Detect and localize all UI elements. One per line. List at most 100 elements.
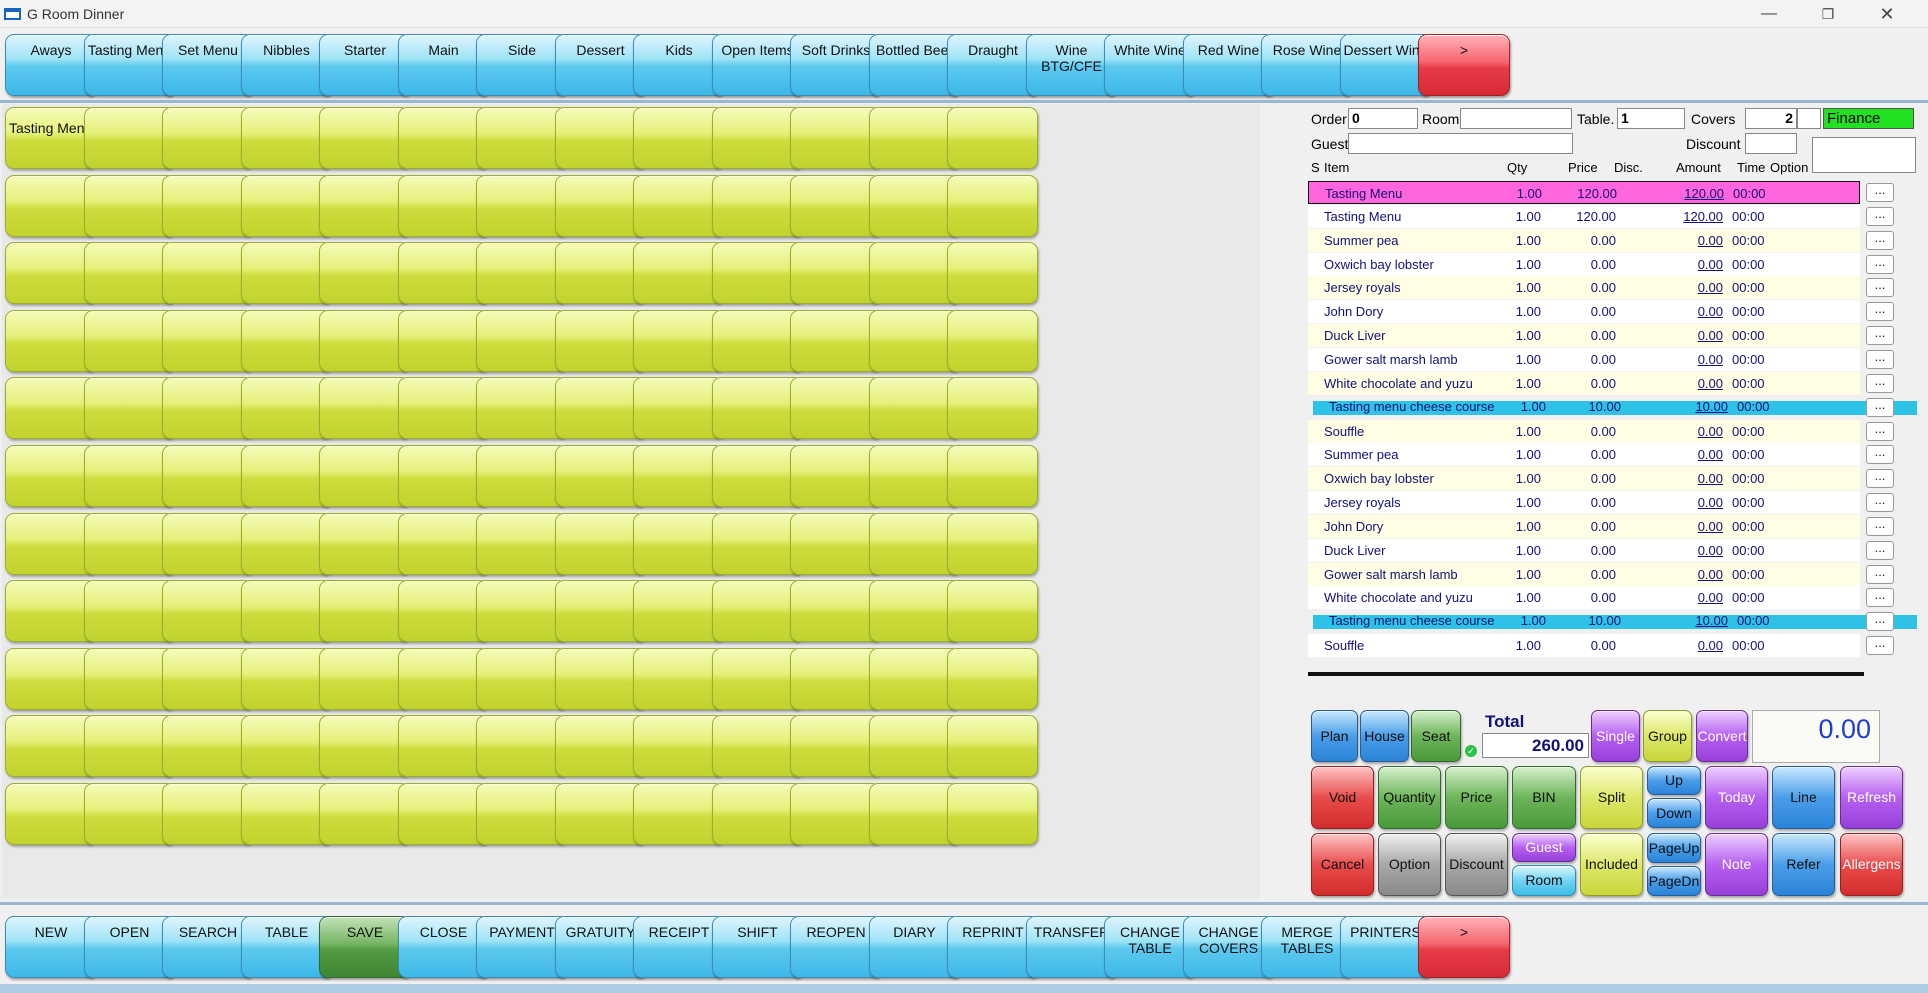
item-button-empty[interactable] [790,309,881,372]
bin-button[interactable]: BIN [1512,766,1576,829]
item-button-empty[interactable] [319,377,410,440]
item-button-empty[interactable] [476,242,567,305]
line-option-button[interactable]: ... [1866,421,1894,441]
line-option-button[interactable]: ... [1866,230,1894,250]
cancel-button[interactable]: Cancel [1311,833,1374,896]
item-button-empty[interactable] [476,715,567,778]
item-button-empty[interactable] [790,783,881,845]
refer-button[interactable]: Refer [1772,833,1835,896]
item-button-empty[interactable] [711,377,803,440]
house-button[interactable]: House [1360,710,1409,762]
item-button-empty[interactable] [633,512,724,575]
item-button-empty[interactable] [319,715,410,778]
item-button-empty[interactable] [397,580,489,643]
item-button-empty[interactable] [554,580,646,643]
item-button-empty[interactable] [319,107,410,169]
item-button-empty[interactable] [476,377,567,440]
item-button-empty[interactable] [868,715,960,778]
item-button-empty[interactable] [790,715,881,778]
discount-field[interactable] [1745,133,1797,154]
line-option-button[interactable]: ... [1866,278,1894,298]
plan-button[interactable]: Plan [1311,710,1358,762]
item-button-empty[interactable] [83,377,175,440]
item-button-empty[interactable] [868,580,960,643]
item-button-empty[interactable] [476,445,567,507]
categories-more-button[interactable]: > [1418,34,1510,96]
item-button-empty[interactable] [868,512,960,575]
item-button-empty[interactable] [947,512,1038,575]
item-button-empty[interactable] [397,174,489,237]
item-button-empty[interactable] [476,309,567,372]
line-option-button[interactable]: ... [1866,516,1894,536]
item-button-tasting-menu[interactable]: Tasting Menu [5,107,96,169]
item-button-empty[interactable] [83,309,175,372]
split-button[interactable]: Split [1580,766,1643,829]
item-button-empty[interactable] [83,174,175,237]
item-button-empty[interactable] [319,242,410,305]
today-button[interactable]: Today [1705,766,1768,829]
item-button-empty[interactable] [633,309,724,372]
item-button-empty[interactable] [554,107,646,169]
item-button-empty[interactable] [711,445,803,507]
included-button[interactable]: Included [1580,833,1643,896]
item-button-empty[interactable] [790,445,881,507]
guest-button[interactable]: Guest [1512,833,1576,862]
item-button-empty[interactable] [868,174,960,237]
item-button-empty[interactable] [397,309,489,372]
item-button-empty[interactable] [162,715,253,778]
item-button-empty[interactable] [240,242,332,305]
line-option-button[interactable]: ... [1866,206,1894,226]
item-button-empty[interactable] [947,242,1038,305]
item-button-empty[interactable] [240,783,332,845]
refresh-button[interactable]: Refresh [1840,766,1903,829]
item-button-empty[interactable] [633,715,724,778]
line-option-button[interactable]: ... [1866,302,1894,322]
order-line[interactable]: Tasting menu cheese course 1.00 10.00 10.00… [1313,613,1917,630]
item-button-empty[interactable] [868,445,960,507]
item-button-empty[interactable] [83,512,175,575]
close-window-button[interactable]: ✕ [1864,2,1910,26]
order-line[interactable]: Tasting menu cheese course 1.00 10.00 10.00… [1313,399,1917,415]
item-button-empty[interactable] [790,107,881,169]
item-button-empty[interactable] [397,512,489,575]
line-option-button[interactable]: ... [1866,636,1894,656]
item-button-empty[interactable] [476,512,567,575]
order-line[interactable]: White chocolate and yuzu 1.00 0.00 0.00 00:0… [1308,371,1860,395]
line-option-button[interactable]: ... [1866,564,1894,584]
item-button-empty[interactable] [240,309,332,372]
item-button-empty[interactable] [5,445,96,507]
item-button-empty[interactable] [947,309,1038,372]
line-option-button[interactable]: ... [1866,469,1894,489]
item-button-empty[interactable] [554,174,646,237]
maximize-button[interactable]: ❐ [1805,2,1851,26]
item-button-empty[interactable] [397,783,489,845]
item-button-empty[interactable] [947,174,1038,237]
item-button-empty[interactable] [554,715,646,778]
item-button-empty[interactable] [319,174,410,237]
item-button-empty[interactable] [83,715,175,778]
covers-field[interactable]: 2 [1745,108,1797,129]
order-line[interactable]: Summer pea 1.00 0.00 0.00 00:00 [1308,228,1860,252]
item-button-empty[interactable] [83,107,175,169]
item-button-empty[interactable] [868,242,960,305]
item-button-empty[interactable] [319,783,410,845]
item-button-empty[interactable] [5,580,96,643]
item-button-empty[interactable] [947,377,1038,440]
item-button-empty[interactable] [5,377,96,440]
seat-button[interactable]: Seat [1411,710,1461,762]
item-button-empty[interactable] [397,445,489,507]
item-button-empty[interactable] [5,174,96,237]
item-button-empty[interactable] [711,647,803,710]
item-button-empty[interactable] [633,580,724,643]
line-option-button[interactable]: ... [1866,540,1894,560]
item-button-empty[interactable] [162,580,253,643]
item-button-empty[interactable] [633,647,724,710]
item-button-empty[interactable] [240,377,332,440]
up-button[interactable]: Up [1647,766,1701,795]
item-button-empty[interactable] [633,783,724,845]
item-button-empty[interactable] [162,174,253,237]
order-number-field[interactable]: 0 [1348,108,1418,129]
pageup-button[interactable]: PageUp [1647,833,1701,863]
item-button-empty[interactable] [83,242,175,305]
item-button-empty[interactable] [397,107,489,169]
